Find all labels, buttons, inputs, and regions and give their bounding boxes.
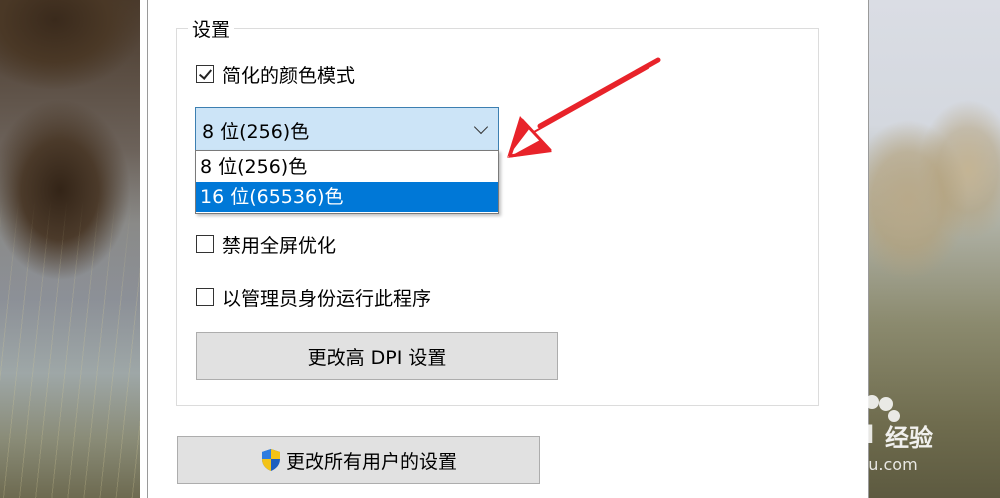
watermark-cn: 经验 [885, 424, 933, 452]
watermark-url: jingyan.baidu.com [770, 455, 918, 474]
watermark-brand: Baidu [770, 412, 875, 452]
